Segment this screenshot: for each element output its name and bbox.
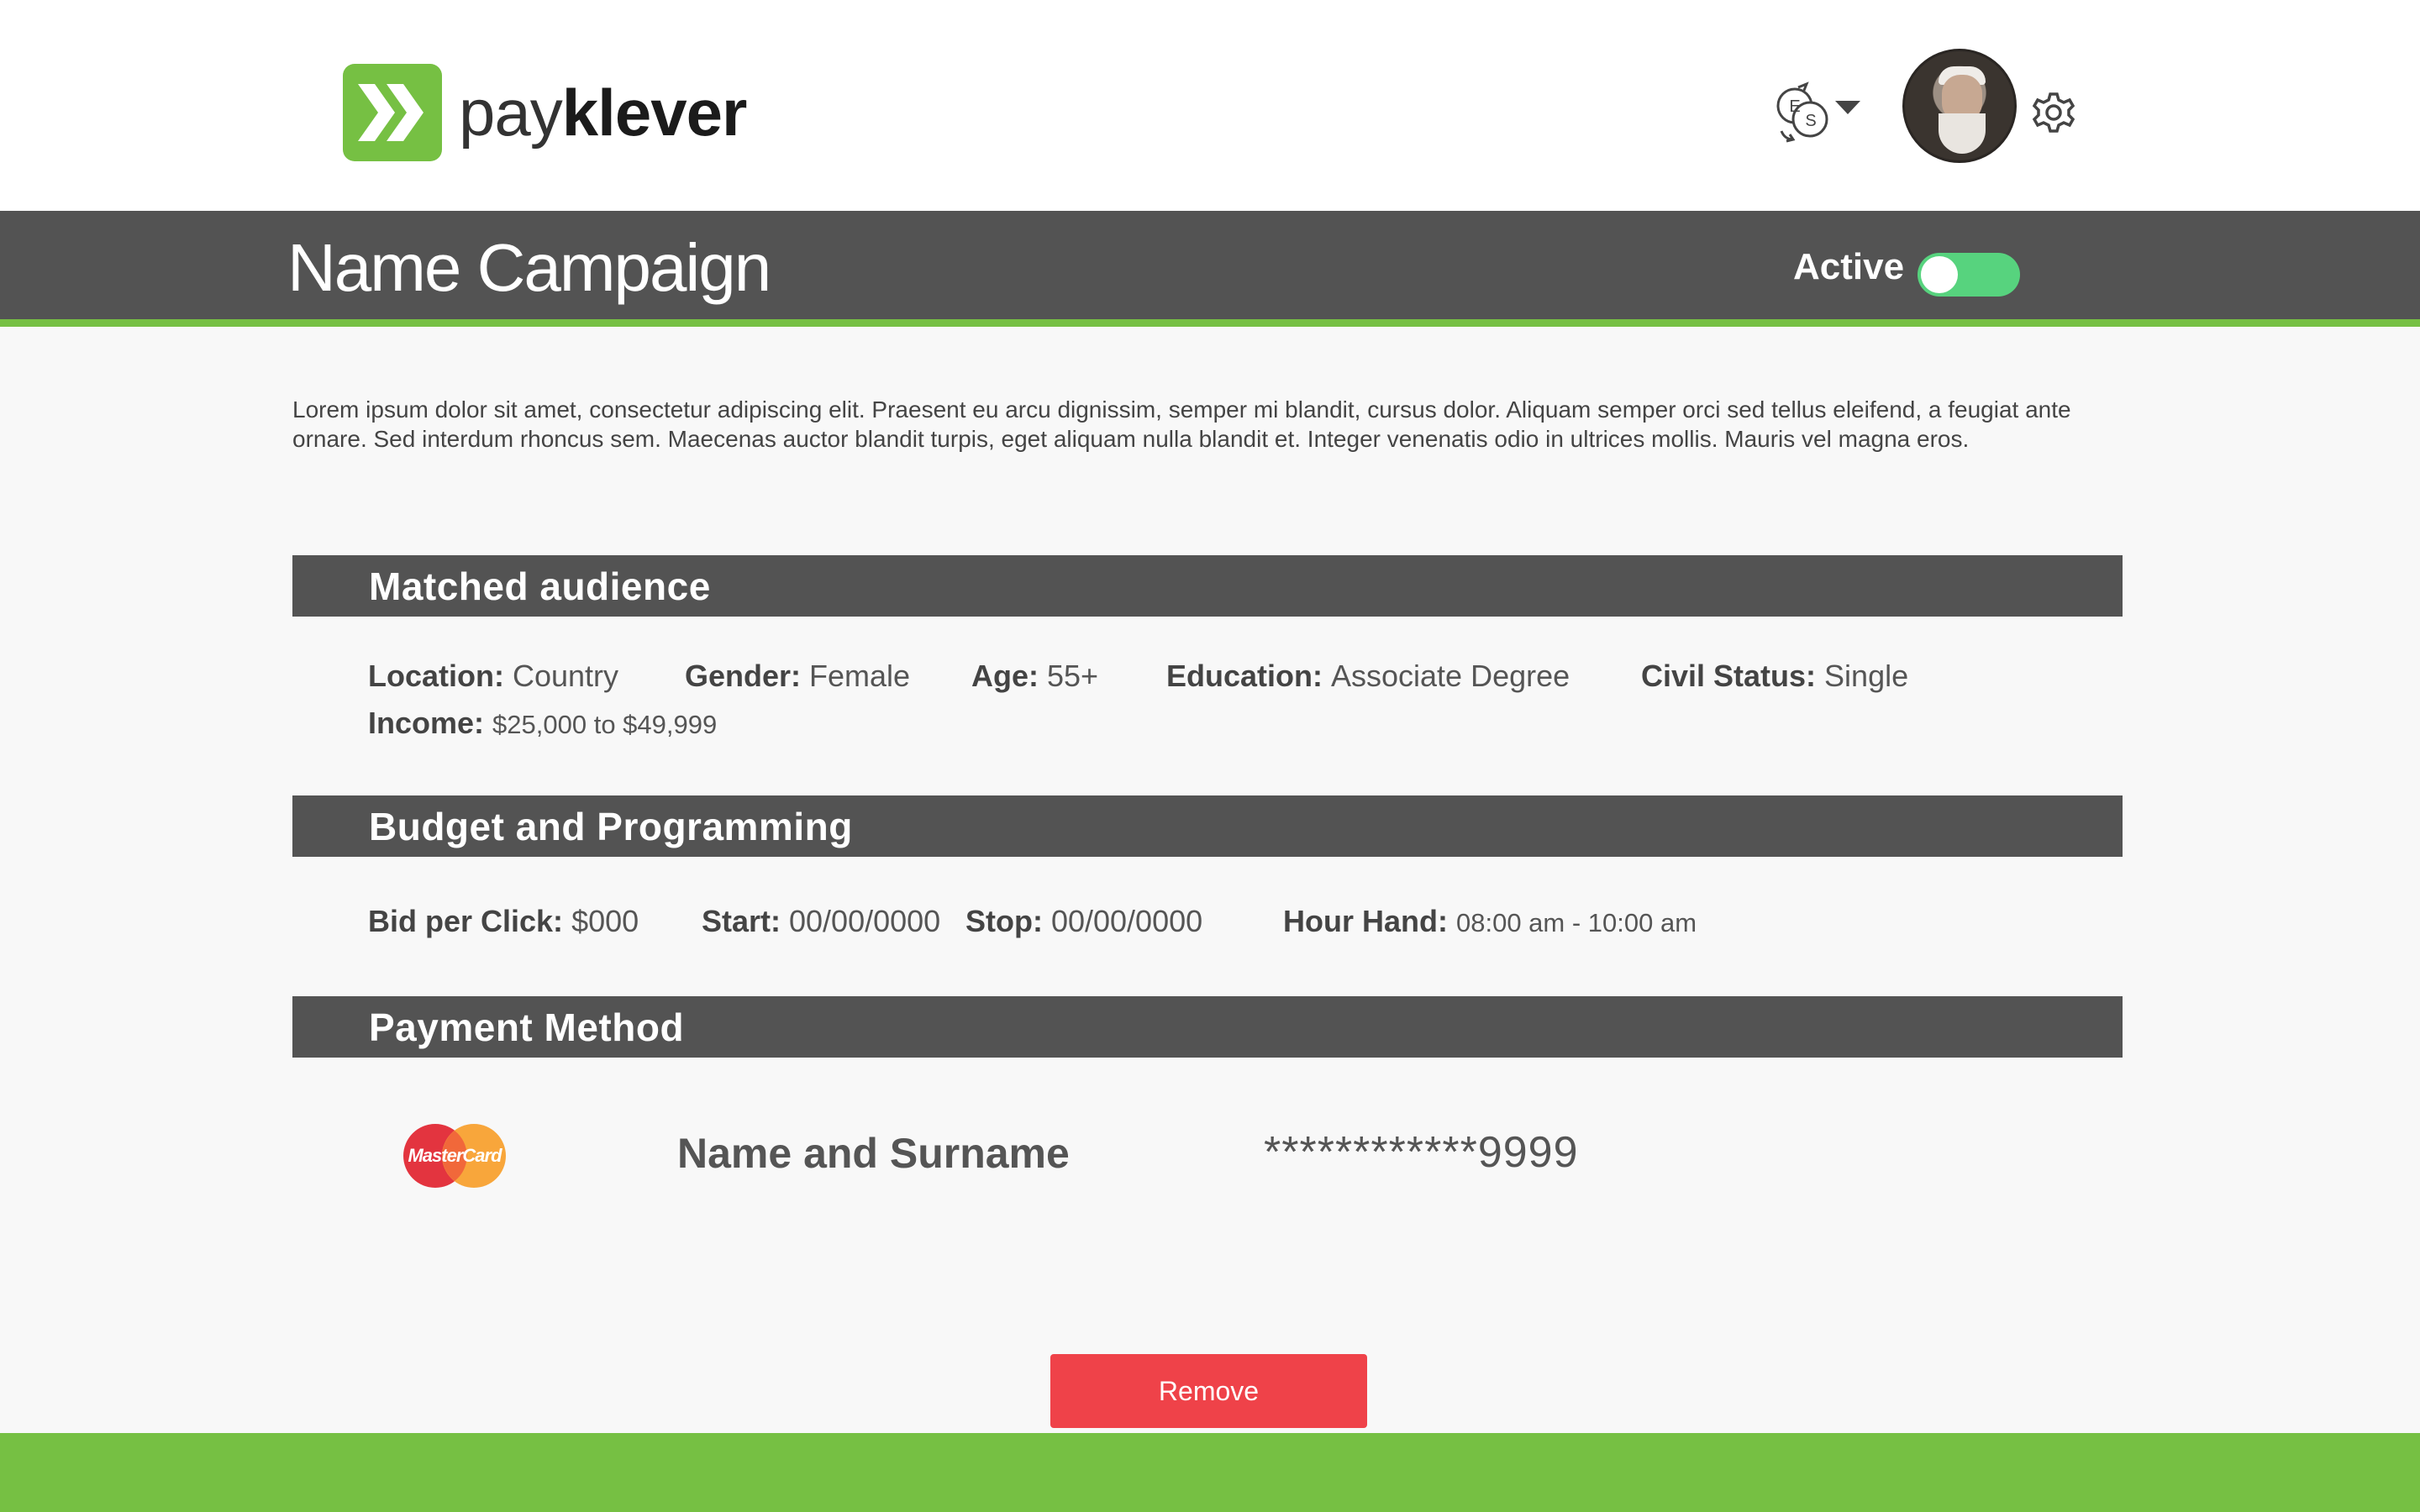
- age-value: 55+: [1047, 659, 1099, 693]
- civil-status-label: Civil Status:: [1641, 659, 1817, 693]
- stop-value: 00/00/0000: [1050, 904, 1203, 938]
- campaign-title[interactable]: Name Campaign: [287, 229, 771, 307]
- card-brand-text: MasterCard: [408, 1145, 502, 1166]
- footer-bar: [0, 1433, 2420, 1512]
- currency-exchange-icon: E S: [1776, 81, 1828, 143]
- budget-start: Start: 00/00/0000: [702, 904, 940, 939]
- audience-civil-status: Civil Status: Single: [1641, 659, 1908, 694]
- mastercard-icon: MasterCard: [403, 1124, 506, 1188]
- hour-label: Hour Hand:: [1283, 904, 1448, 938]
- matched-audience-header: Matched audience: [292, 555, 2123, 617]
- location-label: Location:: [368, 659, 504, 693]
- audience-gender: Gender: Female: [685, 659, 910, 694]
- stop-label: Stop:: [965, 904, 1043, 938]
- card-number-masked: ************9999: [1264, 1128, 1579, 1177]
- section-title: Payment Method: [369, 1005, 685, 1049]
- brand-name-part2: klever: [561, 76, 748, 150]
- audience-age: Age: 55+: [971, 659, 1098, 694]
- card-holder-name: Name and Surname: [677, 1130, 1070, 1177]
- hour-value: 08:00 am - 10:00 am: [1455, 908, 1697, 937]
- logo-chevrons-icon: [343, 64, 442, 161]
- budget-programming-header: Budget and Programming: [292, 795, 2123, 857]
- toggle-knob: [1921, 256, 1958, 293]
- campaign-description: Lorem ipsum dolor sit amet, consectetur …: [292, 396, 2071, 452]
- gear-icon[interactable]: [2032, 91, 2075, 134]
- gender-label: Gender:: [685, 659, 802, 693]
- start-value: 00/00/0000: [789, 904, 941, 938]
- active-toggle[interactable]: [1918, 253, 2020, 297]
- location-value: Country: [512, 659, 619, 693]
- gender-value: Female: [809, 659, 911, 693]
- budget-bid: Bid per Click: $000: [368, 904, 639, 939]
- campaign-header-bar: Name Campaign Active: [0, 211, 2420, 327]
- budget-stop: Stop: 00/00/0000: [965, 904, 1202, 939]
- bid-value: $000: [571, 904, 639, 938]
- user-avatar[interactable]: [1902, 49, 2017, 163]
- top-header: payklever E S: [0, 0, 2420, 211]
- active-status-label: Active: [1793, 246, 1905, 287]
- remove-button[interactable]: Remove: [1050, 1354, 1367, 1428]
- audience-income: Income: $25,000 to $49,999: [368, 706, 717, 741]
- payklever-logo[interactable]: payklever: [343, 64, 747, 161]
- section-title: Budget and Programming: [369, 805, 853, 848]
- income-label: Income:: [368, 706, 485, 740]
- budget-hour-hand: Hour Hand: 08:00 am - 10:00 am: [1283, 904, 1697, 939]
- lang-letter-e: E: [1789, 97, 1800, 116]
- language-currency-switch[interactable]: E S: [1773, 81, 1860, 144]
- lang-letter-s: S: [1805, 112, 1816, 130]
- payment-method-header: Payment Method: [292, 996, 2123, 1058]
- brand-name: payklever: [459, 80, 747, 145]
- income-value: $25,000 to $49,999: [492, 710, 718, 739]
- education-label: Education:: [1166, 659, 1323, 693]
- audience-education: Education: Associate Degree: [1166, 659, 1570, 694]
- civil-status-value: Single: [1824, 659, 1909, 693]
- audience-location: Location: Country: [368, 659, 618, 694]
- education-value: Associate Degree: [1331, 659, 1570, 693]
- chevron-down-icon: [1835, 101, 1860, 114]
- start-label: Start:: [702, 904, 781, 938]
- header-accent-line: [0, 319, 2420, 327]
- brand-name-part1: pay: [459, 76, 563, 150]
- age-label: Age:: [971, 659, 1039, 693]
- bid-label: Bid per Click:: [368, 904, 564, 938]
- section-title: Matched audience: [369, 564, 711, 608]
